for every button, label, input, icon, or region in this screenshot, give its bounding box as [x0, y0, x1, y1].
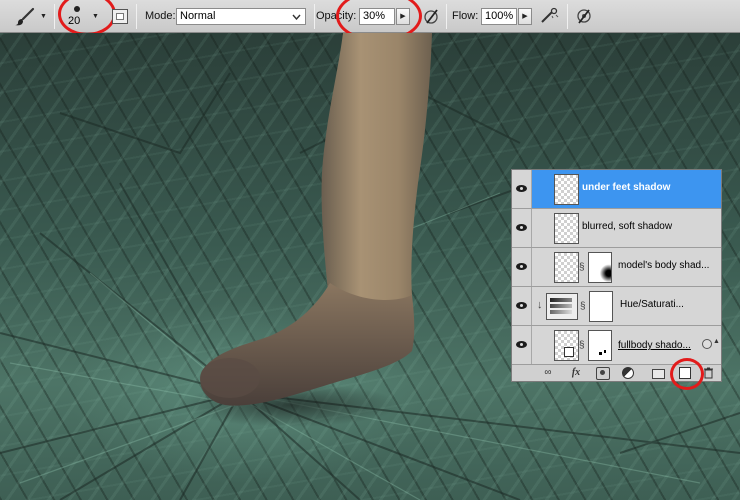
fx-icon[interactable]: fx [568, 367, 584, 378]
scroll-up-arrow[interactable]: ▲ [713, 338, 720, 345]
visibility-toggle[interactable] [512, 248, 532, 286]
flow-value: 100% [485, 10, 514, 22]
link-icon[interactable]: ∞ [540, 367, 556, 378]
eye-icon [516, 263, 527, 270]
brush-tool-icon[interactable] [14, 7, 36, 27]
add-mask-icon[interactable] [596, 367, 610, 380]
layer-thumbnail [554, 330, 579, 361]
layer-name: fullbody shado... [618, 340, 691, 351]
eye-icon [516, 302, 527, 309]
smart-object-badge-icon [564, 347, 574, 357]
clipping-arrow-icon: ↓ [537, 299, 543, 311]
layer-name: under feet shadow [582, 182, 671, 193]
toggle-brush-panel-icon[interactable] [112, 9, 128, 24]
layer-name: Hue/Saturati... [620, 299, 684, 310]
eye-icon [516, 224, 527, 231]
tool-options-bar: ▼ 20 ▼ Mode: Normal Opacity: 30% ▶ Flow:… [0, 0, 740, 42]
mask-link-icon[interactable]: § [579, 340, 585, 351]
eye-icon [516, 185, 527, 192]
pressure-size-icon[interactable] [575, 7, 593, 25]
layer-row-blurred-soft-shadow[interactable]: blurred, soft shadow [512, 209, 721, 248]
layer-name: model's body shad... [618, 260, 710, 271]
mode-value: Normal [180, 10, 216, 22]
layer-mask-thumbnail[interactable] [589, 291, 613, 322]
layer-mask-thumbnail[interactable] [588, 330, 612, 361]
layer-mask-thumbnail[interactable] [588, 252, 612, 283]
layers-panel: under feet shadow blurred, soft shadow §… [511, 169, 722, 382]
eye-icon [516, 341, 527, 348]
airbrush-icon[interactable] [540, 7, 560, 25]
mask-link-icon[interactable]: § [579, 262, 585, 273]
pressure-opacity-icon[interactable] [423, 7, 441, 25]
visibility-toggle[interactable] [512, 326, 532, 364]
adjustment-layer-icon[interactable] [622, 367, 634, 379]
layer-row-models-body-shadow[interactable]: § model's body shad... [512, 248, 721, 287]
new-group-icon[interactable] [652, 367, 665, 379]
layer-row-under-feet-shadow[interactable]: under feet shadow [512, 170, 721, 209]
flow-input[interactable]: 100% [481, 8, 517, 25]
adjustment-layer-icon [546, 293, 578, 320]
layer-thumbnail [554, 252, 579, 283]
layer-name: blurred, soft shadow [582, 221, 673, 232]
visibility-toggle[interactable] [512, 287, 532, 325]
flow-label: Flow: [452, 10, 479, 22]
flow-slider-button[interactable]: ▶ [518, 8, 532, 25]
mode-select[interactable]: Normal [176, 8, 306, 25]
new-layer-ring [670, 358, 704, 390]
layer-thumbnail [554, 213, 579, 244]
layer-row-hue-saturation[interactable]: ↓ § Hue/Saturati... [512, 287, 721, 326]
layer-style-icon [702, 339, 712, 349]
visibility-toggle[interactable] [512, 170, 532, 208]
mask-link-icon[interactable]: § [580, 301, 586, 312]
tool-preset-dropdown-arrow[interactable]: ▼ [40, 13, 47, 20]
layer-thumbnail [554, 174, 579, 205]
visibility-toggle[interactable] [512, 209, 532, 247]
brush-size-ring [58, 0, 116, 36]
mode-label: Mode: [145, 10, 176, 22]
chevron-down-icon [292, 14, 301, 20]
